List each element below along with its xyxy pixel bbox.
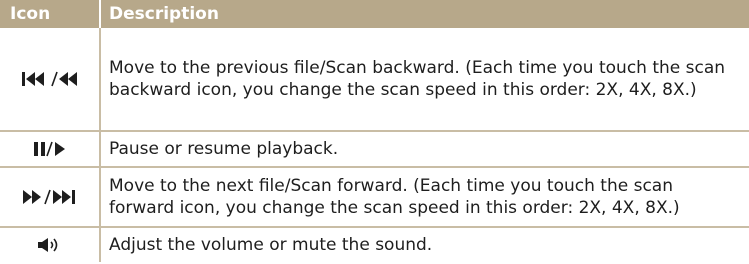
table-row: Adjust the volume or mute the sound. bbox=[0, 227, 749, 262]
description-cell: Pause or resume playback. bbox=[99, 131, 749, 167]
description-cell: Adjust the volume or mute the sound. bbox=[99, 227, 749, 262]
description-cell: Move to the previous file/Scan backward.… bbox=[99, 28, 749, 131]
icon-description-table: Icon Description Move to the previous fi… bbox=[0, 0, 749, 262]
icon-cell bbox=[0, 227, 100, 262]
icon-cell bbox=[0, 28, 100, 131]
column-header-description: Description bbox=[99, 0, 749, 28]
icon-cell bbox=[0, 131, 100, 167]
skip-previous-rewind-icon bbox=[21, 71, 77, 87]
description-cell: Move to the next file/Scan forward. (Eac… bbox=[99, 167, 749, 227]
pause-play-icon bbox=[33, 141, 65, 157]
table-row: Pause or resume playback. bbox=[0, 131, 749, 167]
column-header-icon: Icon bbox=[0, 0, 100, 28]
icon-cell bbox=[0, 167, 100, 227]
table-row: Move to the previous file/Scan backward.… bbox=[0, 28, 749, 131]
fast-forward-skip-next-icon bbox=[22, 189, 75, 205]
table-header-row: Icon Description bbox=[0, 0, 749, 28]
volume-icon bbox=[37, 238, 57, 252]
table-row: Move to the next file/Scan forward. (Eac… bbox=[0, 167, 749, 227]
